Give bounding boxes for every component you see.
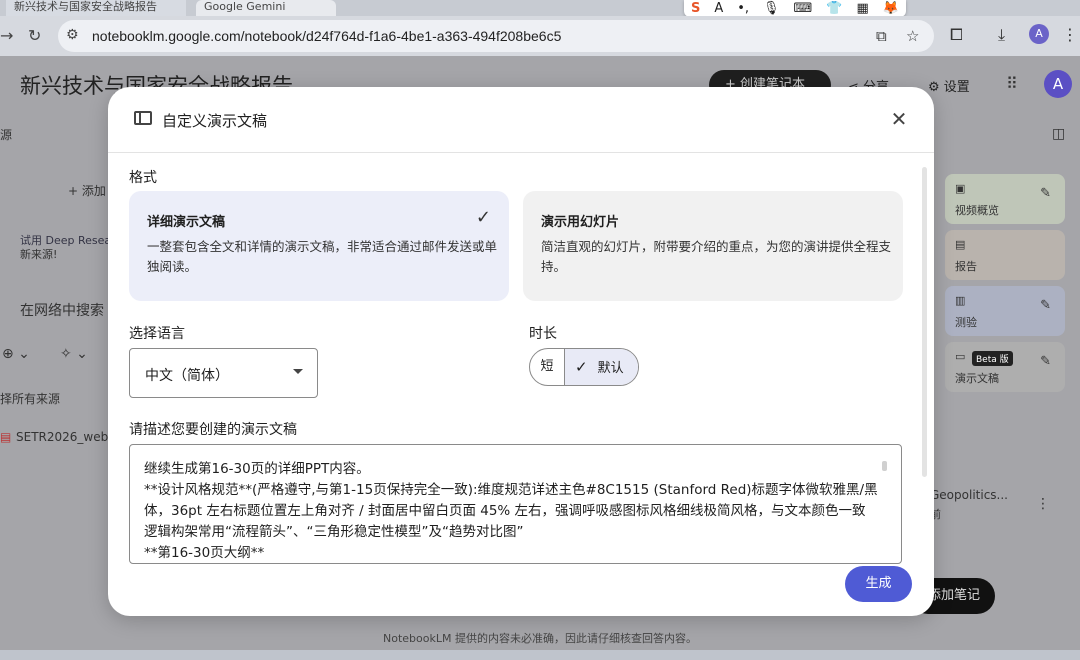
- edit-icon[interactable]: ✎: [1040, 186, 1051, 201]
- settings-button[interactable]: ⚙ 设置: [928, 76, 970, 95]
- browser-tab[interactable]: Google Gemini: [196, 0, 336, 16]
- browser-menu-icon[interactable]: ⋮: [1062, 25, 1078, 44]
- cast-icon[interactable]: ⧉: [876, 27, 887, 45]
- duration-label: 时长: [529, 326, 557, 342]
- duration-short-option[interactable]: 短: [530, 349, 565, 385]
- duration-default-label: 默认: [597, 361, 624, 376]
- format-option-desc: 简洁直观的幻灯片，附带要介绍的重点，为您的演讲提供全程支持。: [541, 239, 892, 274]
- edit-icon[interactable]: ✎: [1040, 354, 1051, 369]
- web-search-input[interactable]: 在网络中搜索: [20, 300, 104, 320]
- pdf-icon: ▤: [0, 430, 12, 444]
- settings-label: 设置: [943, 80, 970, 95]
- language-label: 选择语言: [129, 326, 185, 342]
- url-text[interactable]: notebooklm.google.com/notebook/d24f764d-…: [92, 28, 561, 44]
- format-option-title: 演示用幻灯片: [541, 215, 620, 230]
- grid-icon[interactable]: ▦: [856, 1, 868, 16]
- profile-avatar[interactable]: A: [1029, 24, 1049, 44]
- site-info-icon[interactable]: ⚙: [66, 27, 79, 43]
- collapse-panel-icon[interactable]: ◫: [1052, 126, 1065, 142]
- description-text[interactable]: 继续生成第16-30页的详细PPT内容。 **设计风格规范**(严格遵守,与第1…: [144, 459, 879, 563]
- web-scope-icon[interactable]: ⊕ ⌄: [2, 346, 30, 362]
- dropdown-arrow-icon: [293, 369, 303, 374]
- add-source-button[interactable]: + 添加: [68, 182, 106, 199]
- bookmark-star-icon[interactable]: ☆: [906, 27, 919, 45]
- reload-icon[interactable]: ↻: [28, 26, 41, 45]
- textarea-scrollbar[interactable]: [882, 461, 887, 471]
- dialog-header: 自定义演示文稿 ✕: [108, 87, 934, 153]
- edit-icon[interactable]: ✎: [1040, 298, 1051, 313]
- keyboard-icon[interactable]: ⌨: [794, 1, 813, 16]
- punctuation-icon[interactable]: •,: [737, 1, 749, 16]
- duration-default-option[interactable]: ✓ 默认: [565, 349, 638, 385]
- customize-slides-dialog: 自定义演示文稿 ✕ 格式 详细演示文稿 ✓ 一整套包含全文和详情的演示文稿，非常…: [108, 87, 934, 616]
- browser-toolbar: → ↻ ⚙ notebooklm.google.com/notebook/d24…: [0, 16, 1080, 56]
- video-icon: ▣: [955, 182, 966, 195]
- report-icon: ▤: [955, 238, 966, 251]
- browser-tab[interactable]: 新兴技术与国家安全战略报告: [6, 0, 186, 16]
- disclaimer-footer: NotebookLM 提供的内容未必准确，因此请仔细核查回答内容。: [383, 632, 697, 645]
- sogou-icon[interactable]: S: [691, 1, 700, 16]
- download-icon[interactable]: ⤓: [998, 25, 1005, 45]
- apps-grid-icon[interactable]: ⠿: [1006, 74, 1018, 93]
- translate-icon[interactable]: A: [714, 1, 723, 16]
- language-value: 中文（简体）: [145, 368, 229, 384]
- studio-card-label: 报告: [955, 260, 977, 273]
- description-textarea[interactable]: 继续生成第16-30页的详细PPT内容。 **设计风格规范**(严格遵守,与第1…: [129, 444, 902, 564]
- studio-card-label: 测验: [955, 316, 977, 329]
- format-option-title: 详细演示文稿: [147, 215, 226, 230]
- check-icon: ✓: [475, 207, 491, 228]
- format-label: 格式: [129, 170, 157, 186]
- slides-icon: [134, 111, 152, 125]
- studio-card-label: 演示文稿: [955, 372, 999, 385]
- extension-bar: S A •, 🎙 ⌨ 👕 ▦ 🦊: [684, 0, 906, 17]
- studio-output-title[interactable]: Geopolitics...: [930, 488, 1008, 502]
- duration-toggle: 短 ✓ 默认: [529, 348, 639, 386]
- sources-header: 源: [0, 128, 13, 142]
- dialog-title: 自定义演示文稿: [162, 112, 268, 130]
- studio-report[interactable]: ▤ 报告: [945, 230, 1065, 280]
- user-avatar[interactable]: A: [1044, 70, 1072, 98]
- shirt-icon[interactable]: 👕: [826, 1, 842, 16]
- microphone-icon[interactable]: 🎙: [763, 1, 780, 16]
- format-option-presenter[interactable]: 演示用幻灯片 简洁直观的幻灯片，附带要介绍的重点，为您的演讲提供全程支持。: [523, 191, 903, 301]
- forward-icon[interactable]: →: [0, 26, 13, 45]
- language-select[interactable]: 中文（简体）: [129, 348, 318, 398]
- studio-quiz[interactable]: ▥ 测验 ✎: [945, 286, 1065, 336]
- studio-card-label: 视频概览: [955, 204, 999, 217]
- describe-label: 请描述您要创建的演示文稿: [129, 422, 297, 438]
- beta-badge: Beta 版: [972, 351, 1013, 366]
- quiz-icon: ▥: [955, 294, 966, 307]
- address-bar[interactable]: ⚙ notebooklm.google.com/notebook/d24f764…: [58, 20, 934, 52]
- source-file-item[interactable]: SETR2026_web-: [16, 430, 113, 444]
- close-icon[interactable]: ✕: [888, 107, 910, 131]
- new-sources-text: 新来源!: [20, 248, 58, 261]
- more-options-icon[interactable]: ⋮: [1036, 496, 1050, 512]
- slides-icon: ▭: [955, 350, 966, 363]
- format-option-detailed[interactable]: 详细演示文稿 ✓ 一整套包含全文和详情的演示文稿，非常适合通过邮件发送或单独阅读…: [129, 191, 509, 301]
- extensions-icon[interactable]: ⧠: [950, 25, 963, 45]
- research-mode-icon[interactable]: ✧ ⌄: [60, 346, 88, 362]
- dialog-scrollbar[interactable]: [922, 167, 927, 477]
- studio-video-overview[interactable]: ▣ 视频概览 ✎: [945, 174, 1065, 224]
- check-icon: ✓: [575, 358, 588, 376]
- generate-button[interactable]: 生成: [845, 566, 912, 602]
- os-taskbar: [0, 650, 1080, 660]
- studio-slides[interactable]: ▭ 演示文稿 ✎: [945, 342, 1065, 392]
- mascot-icon[interactable]: 🦊: [883, 1, 899, 16]
- format-option-desc: 一整套包含全文和详情的演示文稿，非常适合通过邮件发送或单独阅读。: [147, 239, 498, 274]
- select-all-sources[interactable]: 择所有来源: [0, 390, 60, 407]
- browser-tabstrip: 新兴技术与国家安全战略报告 Google Gemini S A •, 🎙 ⌨ 👕…: [0, 0, 1080, 17]
